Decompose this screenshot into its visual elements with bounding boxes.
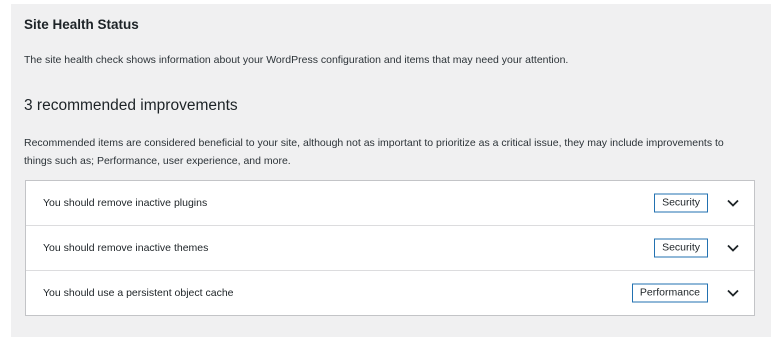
recommended-description: Recommended items are considered benefic… bbox=[24, 137, 724, 167]
chevron-down-icon[interactable] bbox=[726, 243, 740, 253]
panel-title: Site Health Status bbox=[24, 17, 139, 32]
panel-description: The site health check shows information … bbox=[24, 54, 569, 66]
accordion-item-inactive-themes[interactable]: You should remove inactive themes Securi… bbox=[26, 225, 754, 270]
chevron-down-icon[interactable] bbox=[726, 288, 740, 298]
recommended-items-accordion: You should remove inactive plugins Secur… bbox=[25, 180, 755, 316]
accordion-item-label: You should use a persistent object cache bbox=[43, 287, 234, 299]
accordion-item-inactive-plugins[interactable]: You should remove inactive plugins Secur… bbox=[26, 181, 754, 225]
accordion-item-label: You should remove inactive themes bbox=[43, 242, 209, 254]
badge-security: Security bbox=[654, 193, 708, 213]
badge-security: Security bbox=[654, 238, 708, 258]
recommended-heading: 3 recommended improvements bbox=[24, 97, 238, 114]
chevron-down-icon[interactable] bbox=[726, 198, 740, 208]
site-health-panel: Site Health Status The site health check… bbox=[11, 4, 771, 337]
accordion-item-label: You should remove inactive plugins bbox=[43, 197, 208, 209]
accordion-item-object-cache[interactable]: You should use a persistent object cache… bbox=[26, 270, 754, 315]
badge-performance: Performance bbox=[631, 283, 708, 303]
